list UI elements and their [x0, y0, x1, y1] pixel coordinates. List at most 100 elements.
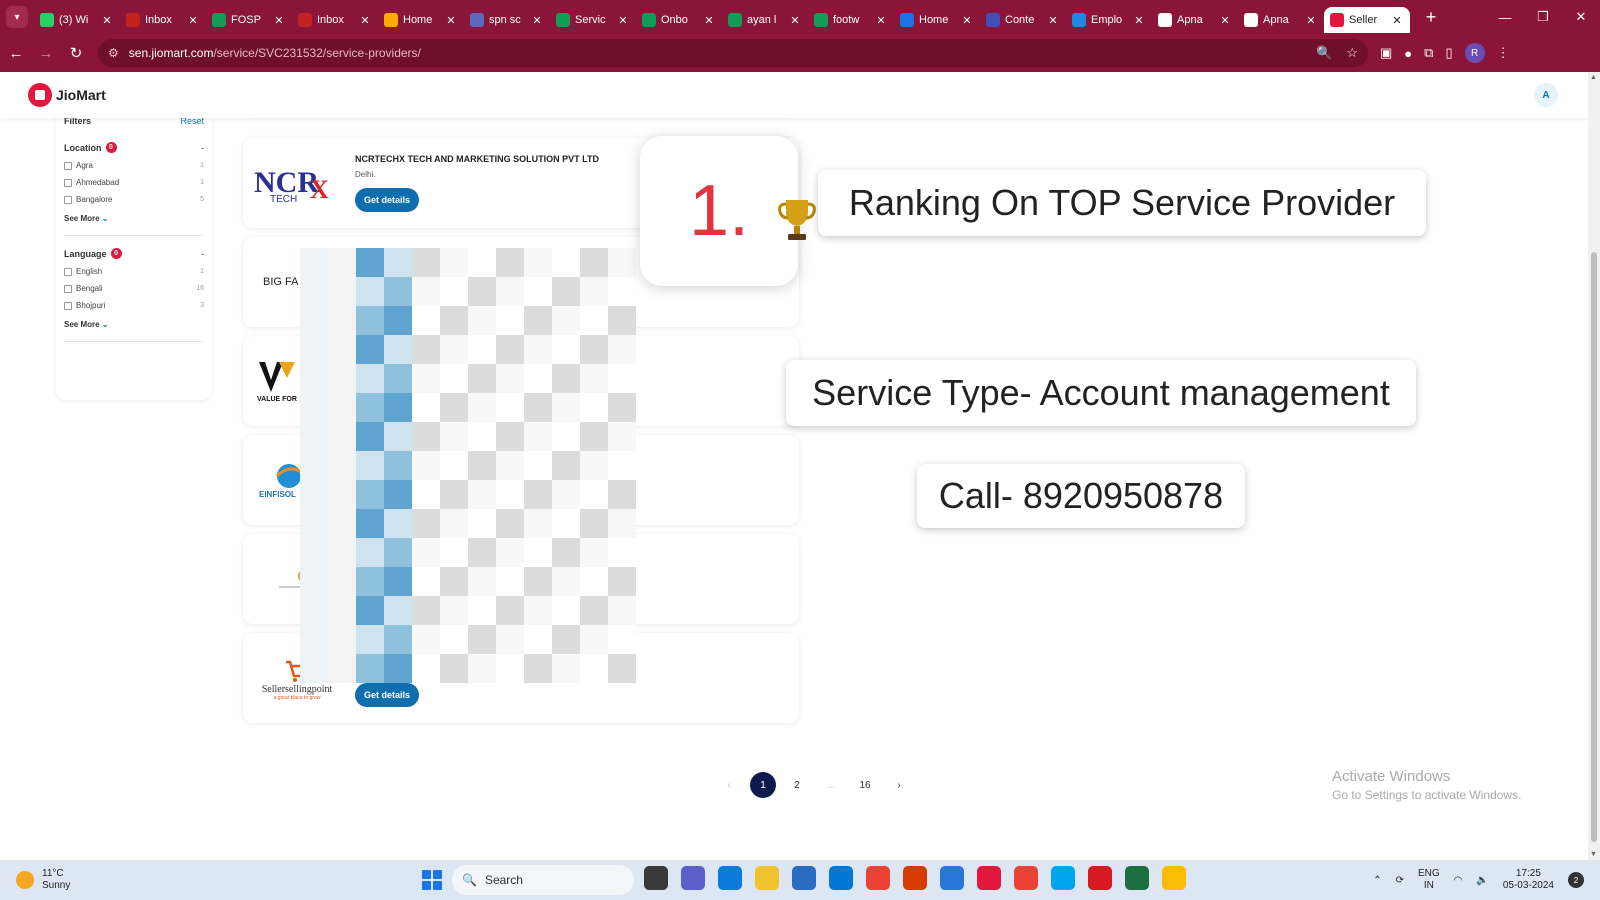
new-tab-button[interactable]: + [1420, 7, 1442, 28]
screenshot-icon[interactable]: ▣ [1380, 45, 1392, 61]
taskbar-app-icon[interactable] [755, 866, 779, 890]
taskbar-app-icon[interactable] [1162, 866, 1186, 890]
language-option[interactable]: Bhojpuri 3 [64, 301, 204, 310]
page-2-button[interactable]: 2 [784, 772, 810, 798]
windows-start-icon[interactable] [422, 870, 442, 890]
restore-button[interactable]: ❐ [1524, 0, 1562, 34]
menu-kebab-icon[interactable]: ⋮ [1497, 45, 1510, 61]
language-code[interactable]: ENG [1418, 868, 1440, 880]
tray-chevron-icon[interactable]: ⌃ [1373, 875, 1381, 886]
tab-close-icon[interactable]: ✕ [1304, 14, 1318, 27]
extension-icon[interactable]: ● [1404, 46, 1412, 61]
taskbar-app-icon[interactable] [718, 866, 742, 890]
location-option[interactable]: Bangalore 5 [64, 195, 204, 204]
tab-close-icon[interactable]: ✕ [272, 14, 286, 27]
taskbar-app-icon[interactable] [1014, 866, 1038, 890]
taskbar-app-icon[interactable] [644, 866, 668, 890]
checkbox[interactable] [64, 267, 72, 276]
tab-close-icon[interactable]: ✕ [1132, 14, 1146, 27]
tab-close-icon[interactable]: ✕ [960, 14, 974, 27]
taskbar-app-icon[interactable] [940, 866, 964, 890]
region-code[interactable]: IN [1418, 880, 1440, 892]
browser-tab[interactable]: Seller ✕ [1324, 7, 1410, 33]
scrollbar-thumb[interactable] [1591, 252, 1597, 842]
back-button[interactable]: ← [2, 39, 30, 67]
tab-close-icon[interactable]: ✕ [444, 14, 458, 27]
user-avatar[interactable]: A [1534, 83, 1558, 107]
taskbar-app-icon[interactable] [1125, 866, 1149, 890]
taskbar-search[interactable]: 🔍 Search [452, 865, 634, 895]
taskbar-app-icon[interactable] [1051, 866, 1075, 890]
location-option[interactable]: Agra 1 [64, 161, 204, 170]
bookmark-star-icon[interactable]: ☆ [1346, 45, 1358, 61]
tab-close-icon[interactable]: ✕ [530, 14, 544, 27]
browser-tab[interactable]: ayan l ✕ [722, 7, 808, 33]
tab-close-icon[interactable]: ✕ [788, 14, 802, 27]
notification-badge[interactable]: 2 [1568, 872, 1584, 888]
checkbox[interactable] [64, 195, 72, 204]
get-details-button[interactable]: Get details [355, 188, 419, 212]
location-option[interactable]: Ahmedabad 1 [64, 178, 204, 187]
browser-tab[interactable]: spn sc ✕ [464, 7, 550, 33]
scroll-up-icon[interactable]: ▲ [1590, 74, 1597, 81]
browser-tab[interactable]: Emplo ✕ [1066, 7, 1152, 33]
browser-tab[interactable]: (3) Wi ✕ [34, 7, 120, 33]
taskbar-app-icon[interactable] [903, 866, 927, 890]
zoom-icon[interactable]: 🔍 [1316, 45, 1332, 61]
wifi-icon[interactable]: ◠ [1454, 875, 1463, 886]
reload-button[interactable]: ↻ [62, 39, 90, 67]
browser-tab[interactable]: Onbo ✕ [636, 7, 722, 33]
taskbar-app-icon[interactable] [792, 866, 816, 890]
tab-search-button[interactable]: ▾ [6, 6, 28, 28]
close-window-button[interactable]: ✕ [1562, 0, 1600, 34]
taskbar-app-icon[interactable] [1088, 866, 1112, 890]
tab-close-icon[interactable]: ✕ [186, 14, 200, 27]
browser-tab[interactable]: Conte ✕ [980, 7, 1066, 33]
location-see-more[interactable]: See More ⌄ [64, 214, 204, 223]
volume-icon[interactable]: 🔈 [1476, 875, 1488, 886]
checkbox[interactable] [64, 161, 72, 170]
side-panel-icon[interactable]: ▯ [1445, 45, 1452, 61]
language-see-more[interactable]: See More ⌄ [64, 320, 204, 329]
prev-page-button[interactable]: ‹ [716, 772, 742, 798]
scroll-down-icon[interactable]: ▼ [1590, 851, 1597, 858]
tab-close-icon[interactable]: ✕ [1218, 14, 1232, 27]
sync-icon[interactable]: ⟳ [1396, 875, 1404, 886]
next-page-button[interactable]: › [886, 772, 912, 798]
taskbar-app-icon[interactable] [681, 866, 705, 890]
checkbox[interactable] [64, 301, 72, 310]
minimize-button[interactable]: — [1486, 0, 1524, 34]
location-collapse-toggle[interactable]: - [201, 143, 204, 153]
browser-tab[interactable]: Home ✕ [894, 7, 980, 33]
taskbar-app-icon[interactable] [977, 866, 1001, 890]
language-option[interactable]: Bengali 16 [64, 284, 204, 293]
taskbar-app-icon[interactable] [866, 866, 890, 890]
browser-tab[interactable]: Inbox ✕ [292, 7, 378, 33]
page-1-button[interactable]: 1 [750, 772, 776, 798]
browser-tab[interactable]: FOSP ✕ [206, 7, 292, 33]
profile-avatar[interactable]: R [1464, 43, 1485, 63]
checkbox[interactable] [64, 284, 72, 293]
tab-close-icon[interactable]: ✕ [1046, 14, 1060, 27]
page-scrollbar[interactable]: ▲ ▼ [1588, 72, 1600, 860]
checkbox[interactable] [64, 178, 72, 187]
browser-tab[interactable]: Home ✕ [378, 7, 464, 33]
extensions-puzzle-icon[interactable]: ⧉ [1424, 45, 1433, 61]
browser-tab[interactable]: Servic ✕ [550, 7, 636, 33]
page-16-button[interactable]: 16 [852, 772, 878, 798]
jiomart-logo[interactable]: JioMart [28, 83, 106, 107]
browser-tab[interactable]: Apna ✕ [1238, 7, 1324, 33]
browser-tab[interactable]: Apna ✕ [1152, 7, 1238, 33]
address-bar[interactable]: ⚙ sen.jiomart.com/service/SVC231532/serv… [98, 39, 1368, 67]
tab-close-icon[interactable]: ✕ [100, 14, 114, 27]
weather-widget[interactable]: 11°C Sunny [16, 868, 70, 892]
tab-close-icon[interactable]: ✕ [702, 14, 716, 27]
tab-close-icon[interactable]: ✕ [874, 14, 888, 27]
language-option[interactable]: English 1 [64, 267, 204, 276]
browser-tab[interactable]: Inbox ✕ [120, 7, 206, 33]
clock[interactable]: 17:25 05-03-2024 [1503, 868, 1554, 892]
get-details-button[interactable]: Get details [355, 683, 419, 707]
site-info-icon[interactable]: ⚙ [108, 46, 119, 60]
tab-close-icon[interactable]: ✕ [1390, 14, 1404, 27]
language-collapse-toggle[interactable]: - [201, 249, 204, 259]
